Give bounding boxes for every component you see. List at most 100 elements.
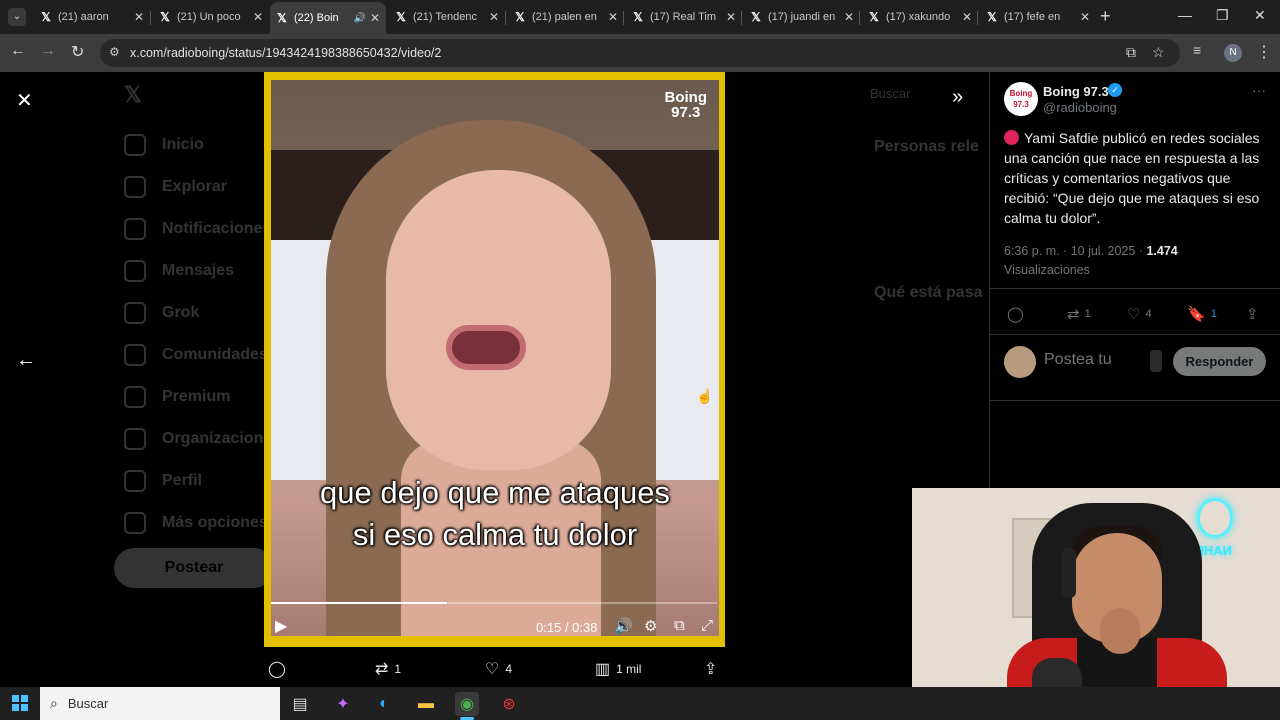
- browser-tab[interactable]: 𝕏 (17) xakundo ✕: [862, 4, 978, 30]
- volume-icon[interactable]: 🔊: [614, 617, 633, 635]
- video-player[interactable]: Boing 97.3 que dejo que me ataques si es…: [264, 72, 725, 647]
- share-icon: ⇪: [704, 661, 718, 678]
- nav-label: Notificaciones: [162, 220, 272, 237]
- install-app-icon[interactable]: ⧉: [1126, 44, 1136, 61]
- video-retweet-button[interactable]: ⇄ 1: [375, 659, 401, 679]
- video-subject-mouth: [446, 325, 526, 370]
- tab-title: (17) xakundo: [886, 11, 951, 23]
- reply-input[interactable]: Postea tu: [1044, 351, 1112, 369]
- home-icon: [124, 134, 146, 156]
- chrome-icon[interactable]: ◉: [455, 692, 479, 716]
- video-share-button[interactable]: ⇪: [704, 659, 723, 679]
- video-progress-fill: [271, 602, 448, 604]
- back-arrow-icon[interactable]: ←: [10, 42, 26, 60]
- nav-label: Inicio: [162, 136, 204, 153]
- forward-arrow-icon[interactable]: →: [40, 42, 56, 60]
- video-frame: Boing 97.3 que dejo que me ataques si es…: [271, 80, 719, 636]
- brand-line: Boing: [664, 89, 708, 106]
- search-icon: [124, 176, 146, 198]
- video-time: 0:15 / 0:38: [536, 620, 598, 635]
- more-options-icon[interactable]: ···: [1252, 82, 1266, 98]
- video-controls: ▶ 0:15 / 0:38 🔊 ⚙ ⧉ ⤢: [271, 614, 717, 642]
- collapse-panel-chevron-icon[interactable]: »: [952, 86, 963, 109]
- edge-browser-icon[interactable]: ◐: [372, 692, 396, 716]
- tab-close-icon[interactable]: ✕: [253, 10, 263, 24]
- restore-icon[interactable]: ❐: [1216, 7, 1229, 24]
- previous-media-arrow-icon[interactable]: ←: [16, 349, 36, 372]
- like-button[interactable]: ♡ 4: [1127, 305, 1152, 323]
- share-button[interactable]: ⇪: [1246, 305, 1264, 323]
- account-avatar[interactable]: Boing 97.3: [1004, 82, 1038, 116]
- browser-tab[interactable]: 𝕏 (21) Un poco ✕: [153, 4, 269, 30]
- tab-close-icon[interactable]: ✕: [370, 11, 380, 25]
- browser-tab[interactable]: 𝕏 (21) aaron ✕: [34, 4, 150, 30]
- profile-avatar[interactable]: N: [1224, 44, 1242, 62]
- background-heading: Qué está pasa: [874, 284, 983, 301]
- tab-separator: [150, 11, 151, 25]
- bookmark-button[interactable]: 🔖 1: [1187, 305, 1217, 323]
- windows-start-icon[interactable]: [12, 695, 28, 711]
- video-views-button[interactable]: ▥ 1 mil: [595, 659, 641, 679]
- media-controls-icon[interactable]: ≡: [1193, 42, 1201, 58]
- reply-button[interactable]: ◯: [1007, 305, 1029, 323]
- speaker-icon[interactable]: 🔊: [353, 13, 365, 24]
- taskbar-search[interactable]: ⌕ Buscar: [40, 687, 280, 720]
- video-like-button[interactable]: ♡ 4: [485, 659, 512, 679]
- tab-close-icon[interactable]: ✕: [726, 10, 736, 24]
- account-display-name[interactable]: Boing 97.3: [1043, 84, 1109, 99]
- picture-in-picture-icon[interactable]: ⧉: [674, 617, 685, 634]
- url-text[interactable]: x.com/radioboing/status/1943424198388650…: [130, 46, 441, 60]
- play-icon[interactable]: ▶: [275, 616, 287, 636]
- nav-label: Perfil: [162, 472, 203, 489]
- browser-tab[interactable]: 𝕏 (21) palen en ✕: [508, 4, 624, 30]
- tab-close-icon[interactable]: ✕: [489, 10, 499, 24]
- user-avatar[interactable]: [1004, 346, 1036, 378]
- tab-close-icon[interactable]: ✕: [1080, 10, 1090, 24]
- nav-more: Más opciones: [124, 512, 268, 534]
- retweet-button[interactable]: ⇄ 1: [1067, 305, 1091, 323]
- like-count: 4: [1145, 308, 1152, 320]
- reload-icon[interactable]: ↻: [71, 42, 84, 62]
- video-reply-button[interactable]: ◯: [268, 659, 292, 679]
- tab-close-icon[interactable]: ✕: [134, 10, 144, 24]
- tab-search-button[interactable]: ⌄: [8, 8, 26, 26]
- new-tab-plus-icon[interactable]: +: [1100, 6, 1111, 27]
- reply-scroll-handle[interactable]: [1150, 350, 1162, 372]
- tab-close-icon[interactable]: ✕: [962, 10, 972, 24]
- tab-close-icon[interactable]: ✕: [608, 10, 618, 24]
- obs-recorder-icon[interactable]: ⊛: [497, 692, 521, 716]
- nav-home: Inicio: [124, 134, 204, 156]
- share-icon: ⇪: [1246, 306, 1259, 323]
- view-count: 1 mil: [616, 662, 642, 676]
- tweet-timestamp[interactable]: 6:36 p. m. · 10 jul. 2025 ·: [1004, 244, 1146, 258]
- x-logo-icon: 𝕏: [633, 10, 643, 24]
- task-view-icon[interactable]: ▤: [288, 692, 312, 716]
- nav-organizations: Organizaciones: [124, 428, 281, 450]
- file-explorer-icon[interactable]: ▬: [414, 692, 438, 716]
- browser-tab[interactable]: 𝕏 (17) Real Tim ✕: [626, 4, 742, 30]
- bookmark-star-icon[interactable]: ☆: [1152, 44, 1165, 61]
- address-bar[interactable]: ⚙ x.com/radioboing/status/19434241983886…: [100, 39, 1180, 67]
- video-progress-bar[interactable]: [271, 602, 717, 604]
- copilot-icon[interactable]: ✦: [331, 692, 355, 716]
- nav-label: Más opciones: [162, 514, 268, 531]
- window-close-icon[interactable]: ✕: [1254, 7, 1266, 24]
- site-info-icon[interactable]: ⚙: [109, 45, 120, 59]
- heart-icon: ♡: [485, 661, 500, 678]
- background-sidebar: 𝕏 Inicio Explorar Notificaciones Mensaje…: [110, 72, 281, 687]
- tweet-views-label: Visualizaciones: [1004, 263, 1090, 277]
- minimize-icon[interactable]: —: [1178, 7, 1192, 23]
- close-media-icon[interactable]: ✕: [16, 88, 33, 113]
- menu-kebab-icon[interactable]: ⋮: [1256, 42, 1272, 62]
- tweet-views-count: 1.474: [1146, 244, 1178, 258]
- reply-submit-button[interactable]: Responder: [1173, 347, 1266, 376]
- tab-close-icon[interactable]: ✕: [844, 10, 854, 24]
- fullscreen-icon[interactable]: ⤢: [701, 617, 713, 634]
- browser-tab[interactable]: 𝕏 (17) juandi en ✕: [744, 4, 860, 30]
- browser-tab-active[interactable]: 𝕏 (22) Boin 🔊 ✕: [270, 2, 386, 34]
- browser-tab[interactable]: 𝕏 (21) Tendenc ✕: [389, 4, 505, 30]
- neon-sign-ring: [1197, 498, 1233, 538]
- browser-tab[interactable]: 𝕏 (17) fefe en ✕: [980, 4, 1096, 30]
- account-handle[interactable]: @radioboing: [1043, 100, 1117, 115]
- settings-gear-icon[interactable]: ⚙: [644, 617, 657, 635]
